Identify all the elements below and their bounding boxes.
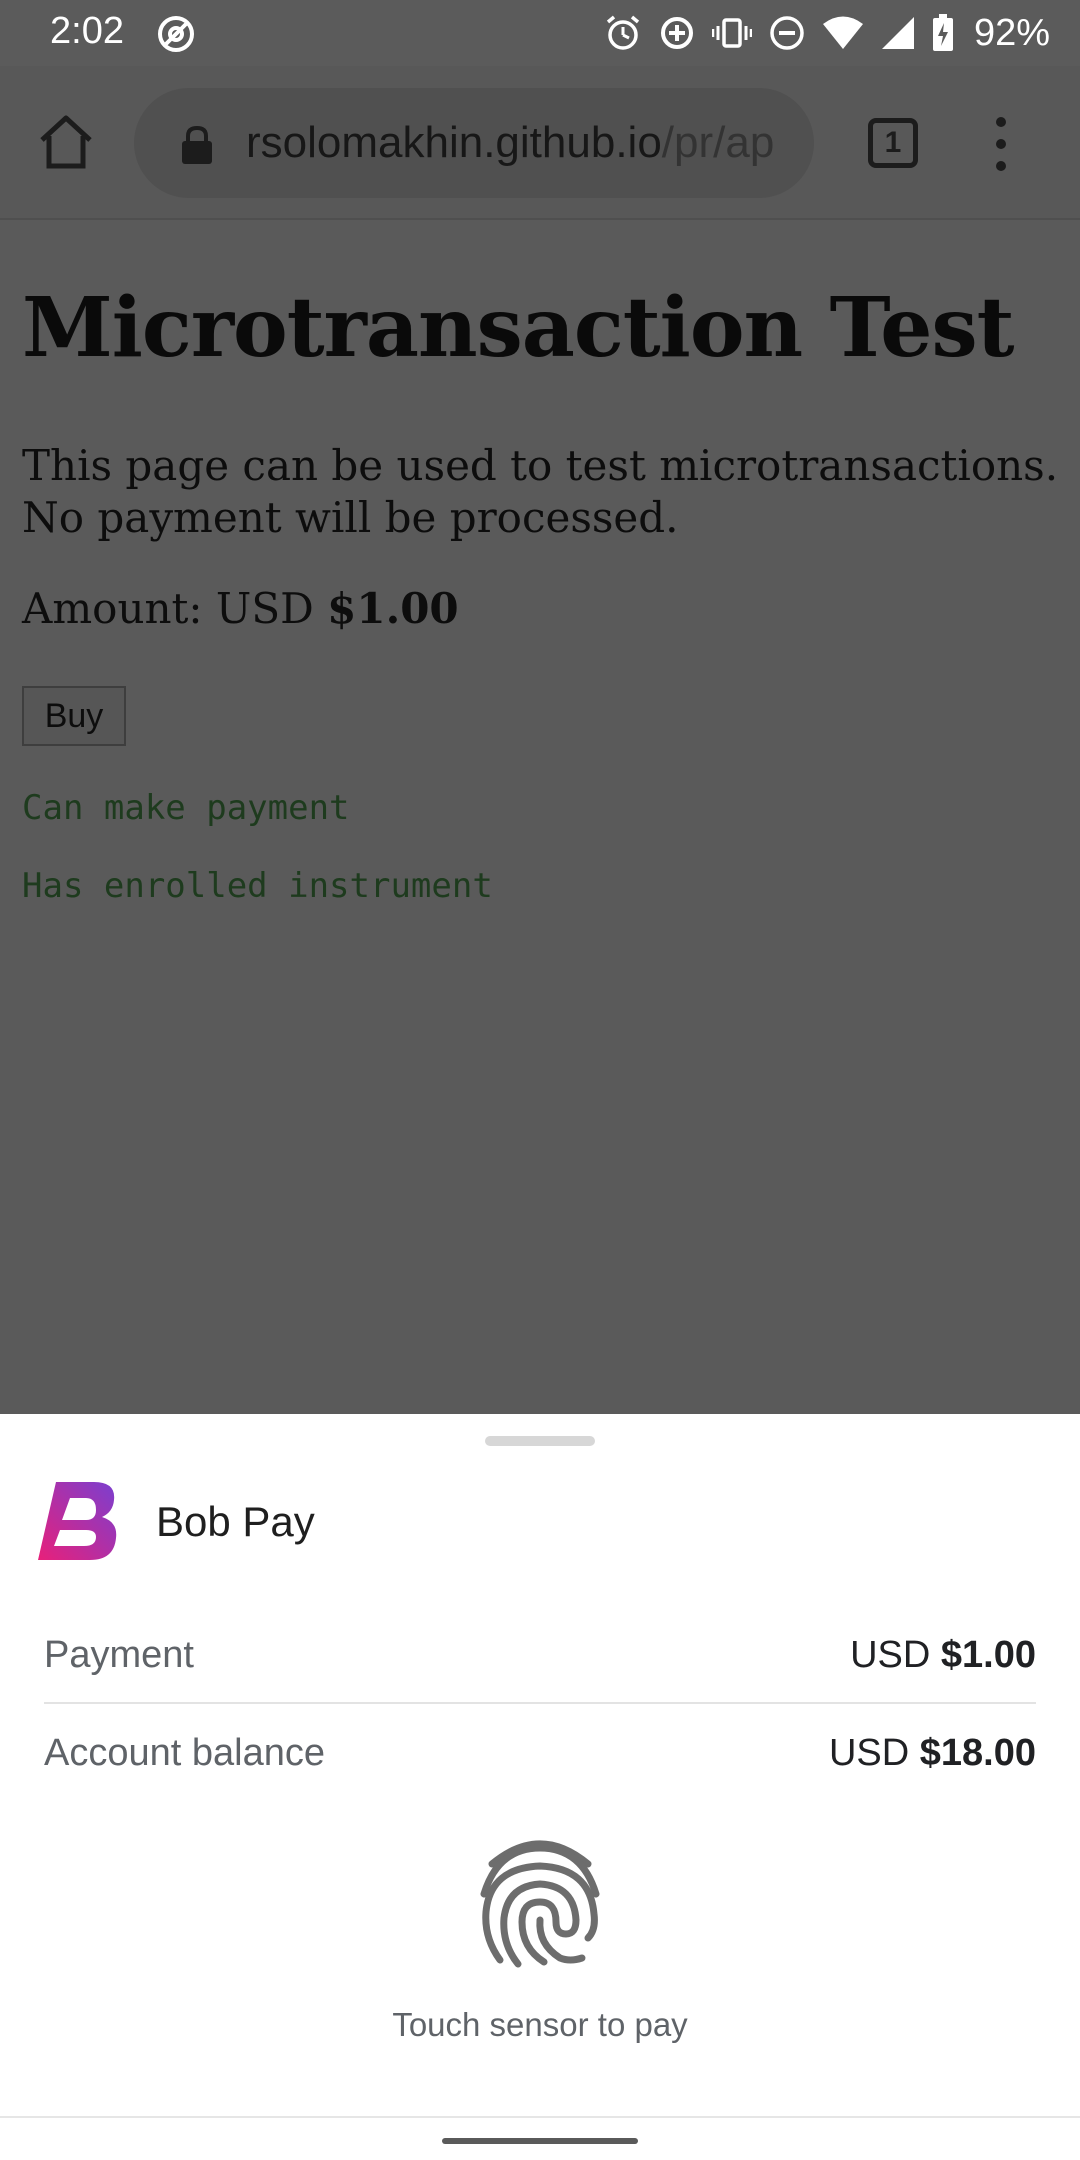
battery-percentage: 92% [973, 11, 1050, 54]
tab-switcher-button[interactable]: 1 [868, 118, 918, 168]
payment-currency: USD [850, 1634, 931, 1676]
web-page: Microtransaction Test This page can be u… [0, 222, 1080, 1414]
alarm-icon [606, 15, 640, 50]
account-balance-row: Account balance USD $18.00 [44, 1732, 1036, 1792]
payment-value: USD $1.00 [850, 1634, 1036, 1677]
status-message: Can make payment [22, 788, 350, 828]
status-message: Has enrolled instrument [22, 866, 493, 906]
url-bar[interactable]: rsolomakhin.github.io/pr/ap [134, 88, 814, 198]
buy-button[interactable]: Buy [22, 686, 126, 746]
do-not-disturb-icon [770, 16, 804, 50]
gesture-navigation-handle[interactable] [442, 2138, 638, 2144]
page-description: This page can be used to test microtrans… [22, 441, 1059, 542]
lock-icon [182, 125, 212, 164]
url-host: rsolomakhin.github.io [246, 118, 662, 167]
divider [0, 2116, 1080, 2118]
page-title: Microtransaction Test [22, 280, 1015, 376]
touch-sensor-prompt: Touch sensor to pay [392, 2006, 688, 2043]
url-path: /pr/ap [661, 118, 775, 167]
data-saver-icon [660, 17, 693, 49]
status-icons: 92% [604, 12, 1050, 54]
fingerprint-icon[interactable] [478, 1834, 602, 1970]
balance-amount: $18.00 [919, 1732, 1036, 1774]
cell-signal-icon [881, 17, 914, 49]
status-time: 2:02 [50, 10, 124, 52]
amount-label: Amount: USD [22, 584, 328, 633]
browser-toolbar: rsolomakhin.github.io/pr/ap 1 [0, 66, 1080, 220]
payment-app-name: Bob Pay [156, 1498, 315, 1545]
url-text: rsolomakhin.github.io/pr/ap [246, 118, 786, 168]
account-balance-label: Account balance [44, 1732, 325, 1774]
battery-charging-icon [932, 14, 953, 51]
payment-bottom-sheet: Bob Pay Payment USD $1.00 Account balanc… [0, 1414, 1080, 2160]
status-bar: 2:02 92% [0, 0, 1080, 66]
divider [44, 1702, 1036, 1704]
account-balance-value: USD $18.00 [829, 1732, 1036, 1775]
at-sign-icon [158, 16, 194, 52]
amount-line: Amount: USD $1.00 [22, 584, 459, 633]
balance-currency: USD [828, 1732, 910, 1774]
payment-label: Payment [44, 1634, 194, 1676]
payment-row: Payment USD $1.00 [44, 1634, 1036, 1694]
amount-value: $1.00 [327, 584, 459, 633]
vibrate-icon [711, 18, 752, 48]
more-options-icon[interactable] [986, 112, 1016, 176]
home-icon[interactable] [34, 110, 98, 174]
bob-pay-logo-icon [38, 1482, 117, 1560]
payment-amount: $1.00 [940, 1634, 1036, 1676]
drag-handle[interactable] [485, 1436, 595, 1446]
wifi-icon [822, 16, 863, 49]
